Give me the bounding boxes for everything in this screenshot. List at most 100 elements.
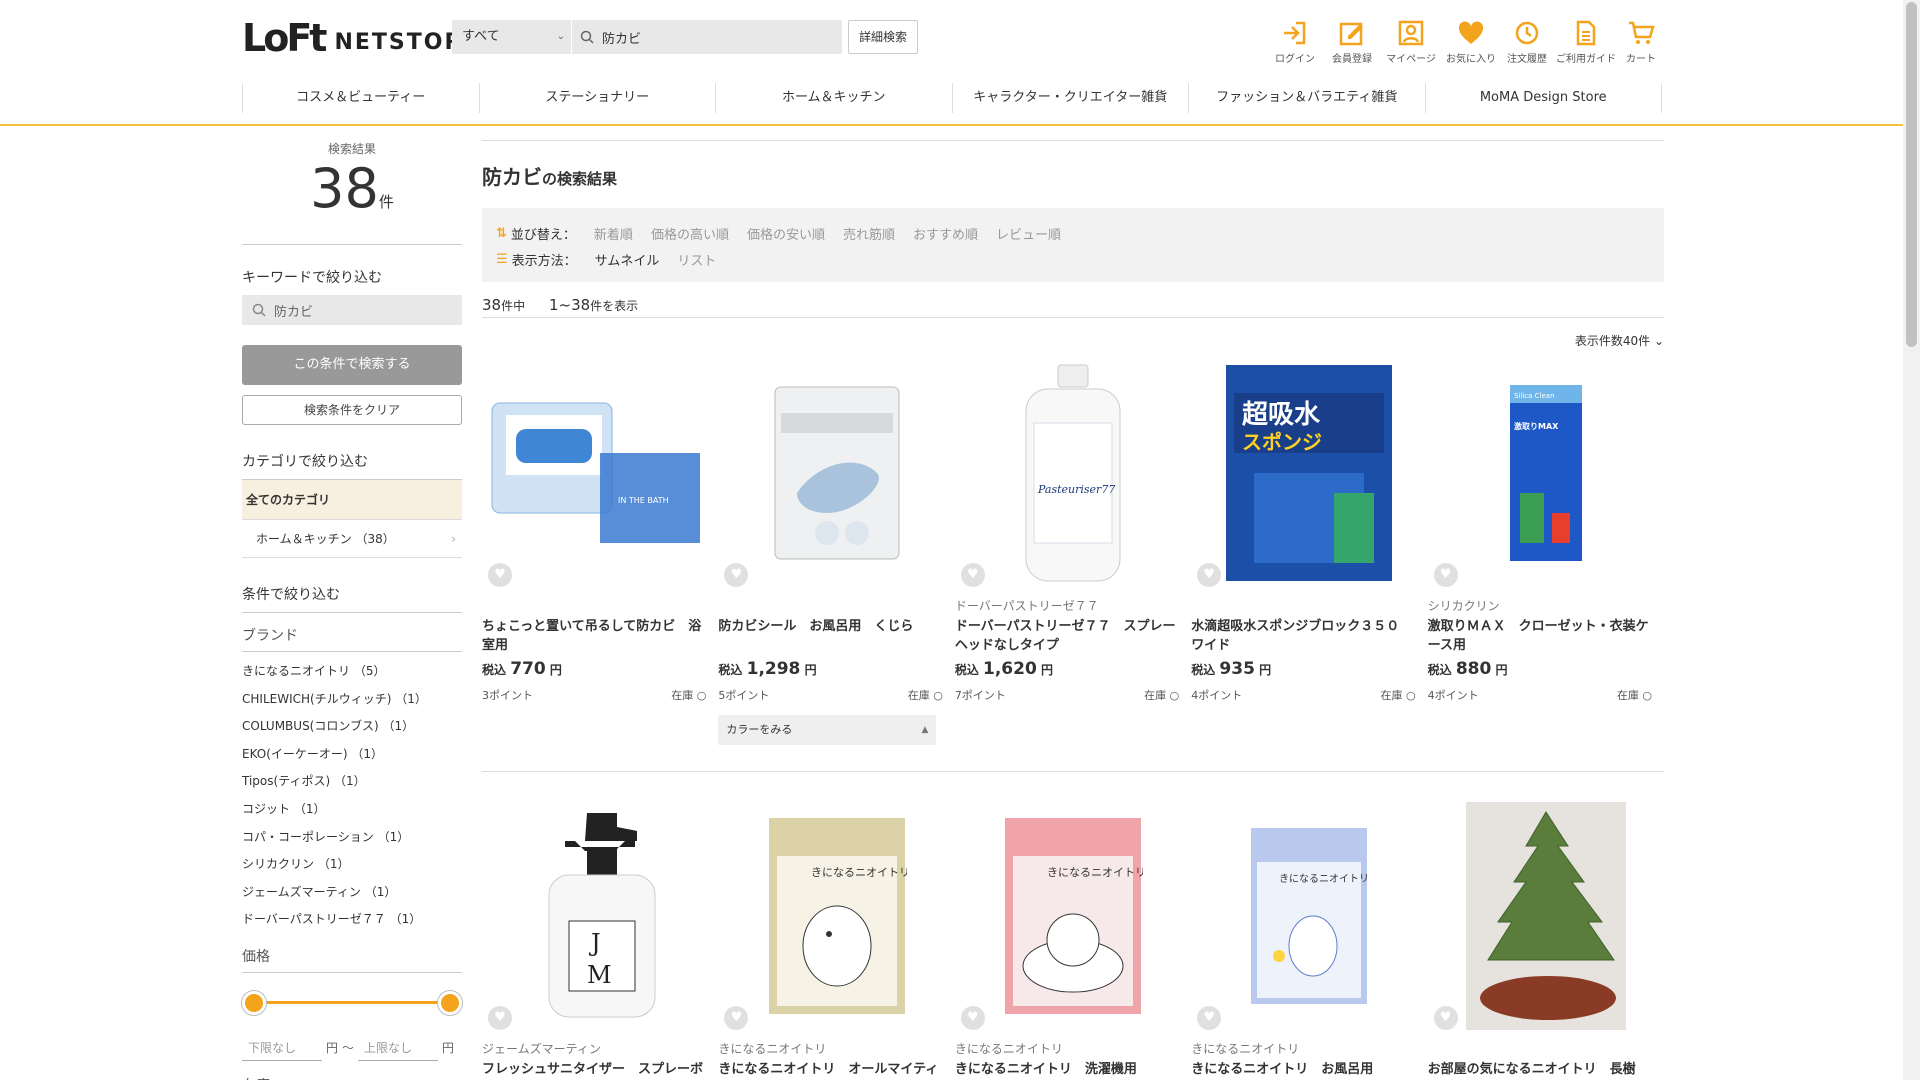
photo-text-pasteuriser: Pasteuriser77: [1037, 483, 1115, 496]
nav-stationery[interactable]: ステーショナリー: [478, 83, 716, 113]
product-name[interactable]: ちょこっと置いて吊るして防カビ 浴室用: [482, 617, 718, 655]
sort-option-recommended[interactable]: おすすめ順: [913, 224, 978, 243]
price-max-input[interactable]: 上限なし: [358, 1035, 439, 1061]
favorite-heart-icon[interactable]: ♥: [488, 1006, 512, 1030]
product-card[interactable]: JM ♥ ジェームズマーティン フレッシュサニタイザー スプレーボトル ５００ｍ…: [482, 802, 718, 1080]
site-logo[interactable]: LoFt NETSTORE: [242, 19, 480, 57]
view-label: ☰ 表示方法：: [496, 250, 577, 269]
product-card[interactable]: 超吸水 スポンジ ♥ 水滴超吸水スポンジブロック３５０ ワイド 税込 935 円 …: [1191, 359, 1427, 745]
scrollbar-thumb[interactable]: [1906, 2, 1917, 347]
product-card[interactable]: Pasteuriser77 ♥ ドーバーパストリーゼ７７ ドーバーパストリーゼ７…: [955, 359, 1191, 745]
product-name[interactable]: きになるニオイトリ お風呂用: [1191, 1060, 1427, 1080]
favorite-heart-icon[interactable]: ♥: [1433, 563, 1458, 587]
login-link[interactable]: ログイン: [1268, 18, 1322, 65]
product-name[interactable]: フレッシュサニタイザー スプレーボトル ５００ｍｌ: [482, 1060, 718, 1080]
nav-home-kitchen[interactable]: ホーム＆キッチン: [715, 83, 952, 113]
sort-option-price-low[interactable]: 価格の安い順: [747, 224, 825, 243]
sort-option-price-high[interactable]: 価格の高い順: [651, 224, 729, 243]
advanced-search-button[interactable]: 詳細検索: [848, 20, 918, 54]
favorite-heart-icon[interactable]: ♥: [1433, 1006, 1458, 1030]
product-image[interactable]: きになるニオイトリ ♥: [718, 802, 954, 1030]
brand-filter-item[interactable]: コジット （1）: [242, 796, 462, 824]
mypage-link[interactable]: マイページ: [1384, 18, 1438, 65]
search-input[interactable]: 防カビ: [572, 20, 842, 54]
result-count-unit: 件: [378, 193, 394, 211]
sort-option-review[interactable]: レビュー順: [996, 224, 1061, 243]
favorite-heart-icon[interactable]: ♥: [488, 563, 512, 587]
product-card[interactable]: きになるニオイトリ ♥ きになるニオイトリ きになるニオイトリ 洗濯機用: [955, 802, 1191, 1080]
search-category-select[interactable]: すべて ⌄: [452, 20, 572, 54]
product-card[interactable]: IN THE BATH ♥ ちょこっと置いて吊るして防カビ 浴室用 税込 770…: [482, 359, 718, 745]
apply-filter-button[interactable]: この条件で検索する: [242, 345, 462, 385]
price-min-input[interactable]: 下限なし: [242, 1035, 322, 1061]
per-page-select[interactable]: 表示件数40件 ⌄: [482, 332, 1664, 349]
product-card[interactable]: きになるニオイトリ ♥ きになるニオイトリ きになるニオイトリ お風呂用: [1191, 802, 1427, 1080]
brand-filter-item[interactable]: COLUMBUS(コロンブス) （1）: [242, 713, 462, 741]
product-card[interactable]: きになるニオイトリ ♥ きになるニオイトリ きになるニオイトリ オールマイティ: [718, 802, 954, 1080]
sort-option-newest[interactable]: 新着順: [594, 224, 633, 243]
nav-moma[interactable]: MoMA Design Store: [1424, 83, 1662, 113]
product-card[interactable]: ♥ 防カビシール お風呂用 くじら 税込 1,298 円 5ポイント 在庫 ○ カ…: [718, 359, 954, 745]
sort-option-bestseller[interactable]: 売れ筋順: [843, 224, 895, 243]
product-image[interactable]: きになるニオイトリ ♥: [955, 802, 1191, 1030]
heart-icon: [1458, 21, 1484, 44]
view-option-list[interactable]: リスト: [677, 250, 716, 269]
product-brand: [1191, 597, 1427, 613]
brand-filter-item[interactable]: CHILEWICH(チルウィッチ) （1）: [242, 686, 462, 714]
product-name[interactable]: きになるニオイトリ オールマイティ: [718, 1060, 954, 1080]
product-image[interactable]: ♥: [718, 359, 954, 587]
favorite-heart-icon[interactable]: ♥: [960, 563, 985, 587]
brand-filter-item[interactable]: ドーバーパストリーゼ７７ （1）: [242, 906, 462, 934]
price-slider[interactable]: [242, 981, 462, 1025]
favorites-link[interactable]: お気に入り: [1444, 18, 1498, 65]
brand-filter-item[interactable]: EKO(イーケーオー) （1）: [242, 741, 462, 769]
brand-filter-item[interactable]: コパ・コーポレーション （1）: [242, 824, 462, 852]
product-brand: [1428, 1040, 1664, 1056]
view-option-thumbnail[interactable]: サムネイル: [595, 250, 660, 269]
price-unit: 円: [804, 663, 817, 677]
product-name[interactable]: きになるニオイトリ 洗濯機用: [955, 1060, 1191, 1080]
order-history-link[interactable]: 注文履歴: [1500, 18, 1554, 65]
product-card[interactable]: Silica Clean 激取りMAX ♥ シリカクリン 激取りＭＡＸ クローゼッ…: [1428, 359, 1664, 745]
cart-link[interactable]: カート: [1614, 18, 1668, 65]
category-all[interactable]: 全てのカテゴリ: [242, 480, 462, 520]
product-name[interactable]: ドーバーパストリーゼ７７ スプレーヘッドなしタイプ: [955, 617, 1191, 655]
product-card[interactable]: ♥ お部屋の気になるニオイトリ 長樹: [1428, 802, 1664, 1080]
nav-cosme[interactable]: コスメ＆ビューティー: [242, 83, 479, 113]
page-scrollbar[interactable]: [1903, 0, 1920, 1080]
product-image[interactable]: 超吸水 スポンジ ♥: [1191, 359, 1427, 587]
product-image[interactable]: JM ♥: [482, 802, 718, 1030]
nav-fashion[interactable]: ファッション＆バラエティ雑貨: [1188, 83, 1425, 113]
nav-character[interactable]: キャラクター・クリエイター雑貨: [951, 83, 1189, 113]
product-name[interactable]: お部屋の気になるニオイトリ 長樹: [1428, 1060, 1664, 1080]
category-home-kitchen[interactable]: ホーム＆キッチン （38） ›: [242, 520, 462, 558]
favorite-heart-icon[interactable]: ♥: [724, 563, 749, 587]
product-image[interactable]: きになるニオイトリ ♥: [1191, 802, 1427, 1030]
guide-link[interactable]: ご利用ガイド: [1556, 18, 1616, 65]
favorite-heart-icon[interactable]: ♥: [724, 1006, 749, 1030]
product-photo: JM: [548, 813, 656, 1018]
brand-filter-item[interactable]: Tipos(ティポス) （1）: [242, 768, 462, 796]
price-amount: 1,298: [746, 659, 801, 679]
product-image[interactable]: Silica Clean 激取りMAX ♥: [1428, 359, 1664, 587]
product-image[interactable]: Pasteuriser77 ♥: [955, 359, 1191, 587]
price-slider-max-handle[interactable]: [438, 990, 462, 1015]
brand-filter-item[interactable]: シリカクリン （1）: [242, 851, 462, 879]
brand-filter-item[interactable]: きになるニオイトリ （5）: [242, 658, 462, 686]
price-slider-min-handle[interactable]: [242, 990, 266, 1015]
condition-filter-title: 条件で絞り込む: [242, 584, 462, 613]
stock-status: 在庫 ○: [1380, 689, 1416, 702]
view-colors-button[interactable]: カラーをみる ▲: [718, 715, 937, 745]
product-image[interactable]: ♥: [1428, 802, 1664, 1030]
clear-filter-button[interactable]: 検索条件をクリア: [242, 395, 462, 425]
brand-filter-item[interactable]: ジェームズマーティン （1）: [242, 879, 462, 907]
favorite-heart-icon[interactable]: ♥: [1197, 1006, 1222, 1030]
product-name[interactable]: 水滴超吸水スポンジブロック３５０ ワイド: [1191, 617, 1427, 655]
product-image[interactable]: IN THE BATH ♥: [482, 359, 718, 587]
product-name[interactable]: 防カビシール お風呂用 くじら: [718, 617, 954, 655]
keyword-filter-input[interactable]: 防カビ: [242, 295, 462, 325]
register-link[interactable]: 会員登録: [1325, 18, 1379, 65]
favorite-heart-icon[interactable]: ♥: [1197, 563, 1222, 587]
product-name[interactable]: 激取りＭＡＸ クローゼット・衣装ケース用: [1428, 617, 1664, 655]
favorite-heart-icon[interactable]: ♥: [960, 1006, 985, 1030]
